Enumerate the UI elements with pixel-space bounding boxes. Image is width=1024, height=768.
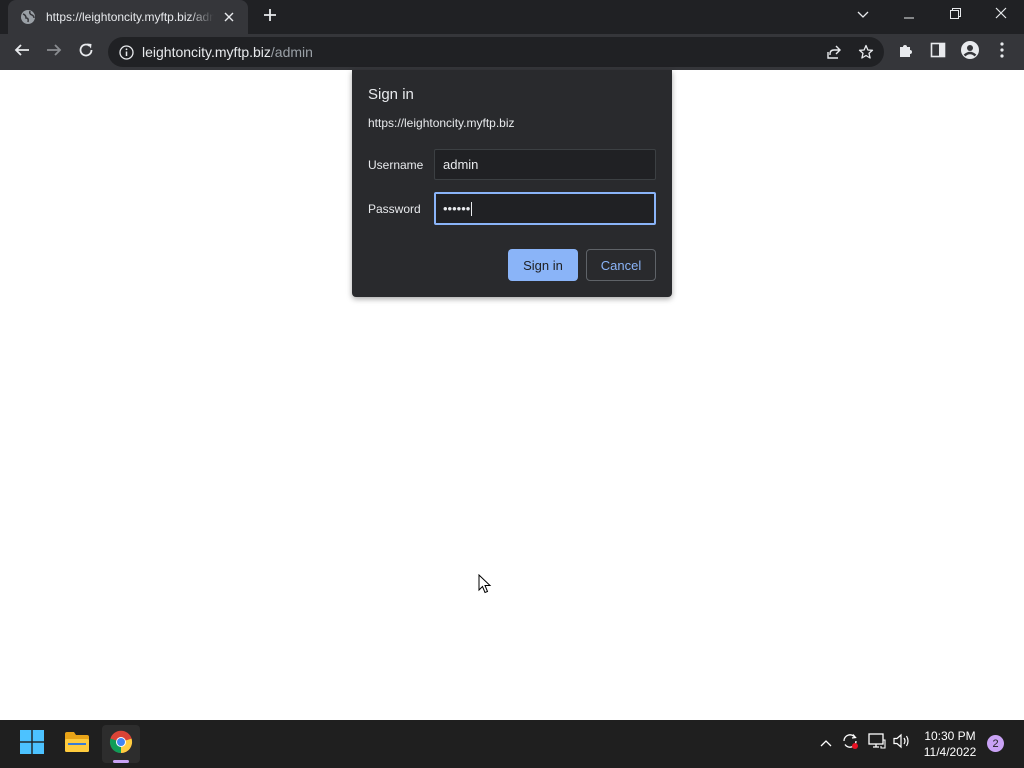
active-app-indicator: [113, 760, 129, 763]
url-text: leightoncity.myftp.biz/admin: [142, 44, 313, 60]
restore-icon: [949, 6, 961, 24]
minimize-button[interactable]: [886, 0, 932, 30]
profile-button[interactable]: [956, 38, 984, 66]
close-window-button[interactable]: [978, 0, 1024, 30]
sign-in-button[interactable]: Sign in: [508, 249, 578, 281]
plus-icon: [263, 8, 277, 27]
back-button[interactable]: [8, 38, 36, 66]
password-field[interactable]: ••••••: [434, 192, 656, 225]
speaker-icon: [893, 733, 911, 754]
mouse-cursor-icon: [478, 573, 492, 594]
browser-toolbar: leightoncity.myftp.biz/admin: [0, 34, 1024, 70]
chevron-down-icon: [857, 6, 869, 24]
minimize-icon: [904, 6, 914, 24]
cancel-button[interactable]: Cancel: [586, 249, 656, 281]
clock-date: 11/4/2022: [923, 745, 977, 759]
globe-icon: [20, 9, 36, 25]
close-icon: [995, 6, 1007, 24]
clock-time: 10:30 PM: [924, 729, 976, 743]
password-value: ••••••: [443, 201, 471, 216]
network-icon: [868, 732, 886, 754]
chrome-taskbar-button[interactable]: [102, 725, 140, 763]
forward-button[interactable]: [40, 38, 68, 66]
folder-icon: [64, 731, 90, 758]
username-value: admin: [443, 157, 479, 172]
side-panel-icon: [930, 42, 946, 63]
profile-icon: [960, 40, 980, 65]
url-host: leightoncity.myftp.biz: [142, 44, 271, 60]
menu-button[interactable]: [988, 38, 1016, 66]
share-icon[interactable]: [824, 42, 844, 62]
restore-button[interactable]: [932, 0, 978, 30]
dialog-origin: https://leightoncity.myftp.biz: [368, 116, 515, 130]
forward-arrow-icon: [46, 42, 62, 63]
reload-button[interactable]: [72, 38, 100, 66]
dialog-title: Sign in: [368, 86, 414, 103]
extensions-button[interactable]: [892, 38, 920, 66]
address-bar[interactable]: leightoncity.myftp.biz/admin: [108, 37, 884, 67]
chevron-up-icon: [820, 734, 832, 752]
tab-strip: https://leightoncity.myftp.biz/admin: [0, 0, 1024, 34]
show-hidden-icons-button[interactable]: [815, 732, 837, 754]
username-label: Username: [368, 158, 424, 172]
kebab-menu-icon: [1000, 41, 1004, 63]
windows-logo-icon: [20, 729, 44, 759]
notification-badge[interactable]: 2: [987, 735, 1004, 752]
info-icon[interactable]: [118, 44, 134, 60]
close-icon[interactable]: [220, 8, 238, 26]
volume-button[interactable]: [891, 732, 913, 754]
side-panel-button[interactable]: [924, 38, 952, 66]
tab-title: https://leightoncity.myftp.biz/admin: [46, 10, 214, 24]
tab-search-button[interactable]: [840, 0, 886, 30]
url-path: /admin: [270, 44, 313, 60]
sync-icon: [841, 732, 859, 755]
taskbar: 10:30 PM 11/4/2022 2: [0, 720, 1024, 768]
text-caret: [471, 201, 473, 216]
back-arrow-icon: [14, 42, 30, 63]
puzzle-icon: [898, 42, 914, 63]
sign-in-dialog: Sign in https://leightoncity.myftp.biz U…: [352, 70, 672, 297]
system-clock[interactable]: 10:30 PM 11/4/2022: [918, 728, 982, 760]
browser-tab[interactable]: https://leightoncity.myftp.biz/admin: [8, 0, 248, 34]
file-explorer-button[interactable]: [58, 725, 96, 763]
password-label: Password: [368, 202, 421, 216]
star-icon[interactable]: [856, 42, 876, 62]
reload-icon: [78, 42, 94, 63]
sync-status-button[interactable]: [839, 732, 861, 754]
username-field[interactable]: admin: [434, 149, 656, 180]
start-button[interactable]: [13, 725, 51, 763]
network-button[interactable]: [866, 732, 888, 754]
new-tab-button[interactable]: [258, 6, 282, 28]
chrome-icon: [109, 730, 133, 759]
